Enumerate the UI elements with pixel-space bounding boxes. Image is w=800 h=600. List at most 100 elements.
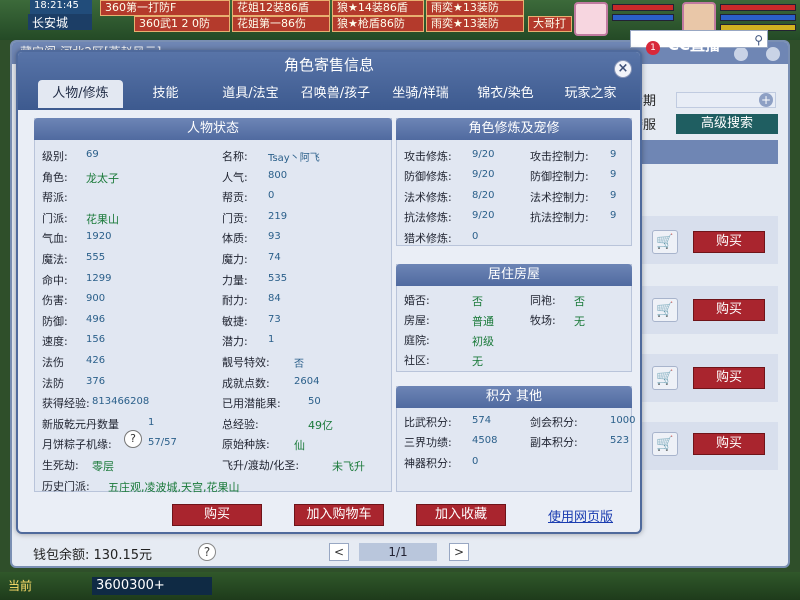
status-value: 49亿 [308,418,333,432]
status-label: 魔法: [42,253,68,266]
stall-sign[interactable]: 360武1 2 0防 [134,16,230,32]
status-value: 1299 [86,272,112,284]
cultivation-label: 防御修炼: [404,170,452,184]
buy-button[interactable]: 购买 [693,367,765,389]
tab-mounts[interactable]: 坐骑/祥瑞 [378,80,463,108]
chat-channel[interactable]: 当前 [8,577,32,594]
status-label: 飞升/渡劫/化圣: [222,459,300,472]
status-value: 376 [86,375,106,387]
buy-button[interactable]: 购买 [693,299,765,321]
advanced-search-button[interactable]: 高级搜索 [676,114,778,134]
plus-icon[interactable]: + [759,93,773,107]
score-panel-header: 积分 其他 [396,386,632,408]
tab-outfits[interactable]: 锦衣/染色 [463,80,548,108]
stall-sign[interactable]: 雨奕★13装防 [426,16,524,32]
next-page-button[interactable]: > [449,543,469,561]
status-value: 1920 [86,231,112,243]
status-value: 57/57 [148,437,177,449]
score-label: 副本积分: [530,436,578,450]
pet-avatar[interactable] [574,2,608,36]
house-label: 庭院: [404,334,430,347]
house-value: 否 [574,295,585,308]
tab-items[interactable]: 道具/法宝 [208,80,293,108]
score-value: 4508 [472,435,498,447]
market-list-header [628,140,778,164]
status-label: 伤害: [42,294,68,308]
house-label: 房屋: [404,314,430,327]
status-label: 力量: [222,273,248,287]
stall-sign[interactable]: 狼★枪盾86防 [332,16,424,32]
status-value: 花果山 [86,212,119,226]
status-value: 156 [86,334,106,346]
tab-pets[interactable]: 召唤兽/孩子 [293,80,378,108]
cultivation-value: 0 [472,230,479,242]
role-sale-info-dialog: 角色寄售信息 × 人物/修炼 技能 道具/法宝 召唤兽/孩子 坐骑/祥瑞 锦衣/… [16,50,642,534]
add-to-favorites-button[interactable]: 加入收藏 [416,504,506,526]
buy-button[interactable]: 购买 [693,231,765,253]
tab-skills[interactable]: 技能 [123,80,208,108]
score-value: 0 [472,455,479,467]
status-label: 法防 [42,376,64,390]
tab-character[interactable]: 人物/修炼 [38,80,123,108]
help-icon[interactable]: ? [124,430,142,448]
buy-button[interactable]: 购买 [693,433,765,455]
cultivation-value: 9/20 [472,210,495,222]
cart-icon[interactable]: 🛒 [652,366,678,390]
cart-icon[interactable]: 🛒 [652,298,678,322]
cart-icon[interactable]: 🛒 [652,230,678,254]
house-value: 否 [472,295,483,308]
status-value: 1 [148,416,155,428]
close-icon[interactable]: × [614,60,632,78]
display-period-field[interactable]: + [676,92,776,108]
status-value: 未飞升 [332,460,365,473]
status-value: 219 [268,210,288,222]
status-value: 84 [268,293,281,305]
house-value: 无 [574,315,585,328]
score-label: 剑会积分: [530,416,578,429]
status-value: 1 [268,334,275,346]
pet-mp-bar [612,14,674,21]
house-label: 牧场: [530,314,556,327]
status-label: 耐力: [222,294,248,308]
stall-sign[interactable]: 花姐12装86盾 [232,0,330,16]
status-value: 93 [268,231,281,243]
cultivation-label: 抗法控制力: [530,211,589,225]
status-value: 否 [294,359,304,370]
prev-page-button[interactable]: < [329,543,349,561]
tab-bar: 人物/修炼 技能 道具/法宝 召唤兽/孩子 坐骑/祥瑞 锦衣/染色 玩家之家 [38,80,634,108]
wallet-help-icon[interactable]: ? [198,543,216,561]
status-label: 获得经验: [42,397,90,411]
chat-input[interactable]: 3600300+ [92,577,212,595]
house-label: 同袍: [530,294,556,307]
house-value: 普通 [472,315,494,328]
status-value: 813466208 [92,396,150,408]
status-label: 角色: [42,170,68,184]
house-value: 无 [472,355,483,368]
web-version-link[interactable]: 使用网页版 [548,506,613,525]
cultivation-label: 猎术修炼: [404,231,452,245]
cultivation-value: 9 [610,169,617,181]
window-close-icon[interactable] [766,47,780,61]
status-label: 月饼粽子机缘: [42,438,112,452]
stall-sign[interactable]: 大哥打 [528,16,572,32]
cart-icon[interactable]: 🛒 [652,432,678,456]
cultivation-panel-header: 角色修炼及宠修 [396,118,632,140]
add-to-cart-button[interactable]: 加入购物车 [294,504,384,526]
pet-hp-bar [612,4,674,11]
status-value: 仙 [294,439,305,453]
status-label: 总经验: [222,417,259,431]
cultivation-label: 攻击控制力: [530,150,589,163]
stall-sign[interactable]: 雨奕★13装防 [426,0,524,16]
status-value: 74 [268,252,281,263]
stall-sign[interactable]: 360第一打防F [100,0,230,16]
status-label: 体质: [222,232,248,246]
status-label: 成就点数: [222,376,270,390]
cultivation-label: 攻击修炼: [404,150,452,163]
buy-button[interactable]: 购买 [172,504,262,526]
score-value: 1000 [610,415,636,426]
tab-home[interactable]: 玩家之家 [548,80,633,108]
stall-sign[interactable]: 花姐第一86伤 [232,16,330,32]
stall-sign[interactable]: 狼★14装86盾 [332,0,424,16]
status-label: 门派: [42,211,68,225]
game-clock: 18:21:45 [30,0,92,14]
